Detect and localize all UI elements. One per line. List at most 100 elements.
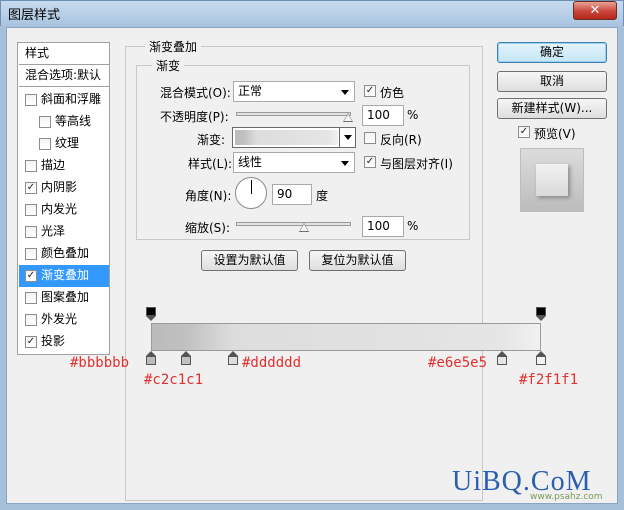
style-item-gradient-overlay[interactable]: ✓ 渐变叠加	[19, 265, 109, 287]
style-checkbox[interactable]	[39, 116, 51, 128]
ok-button[interactable]: 确定	[497, 42, 607, 63]
align-with-layer-checkbox[interactable]: ✓	[364, 156, 376, 168]
angle-input[interactable]: 90	[272, 184, 312, 205]
align-with-layer-label: 与图层对齐(I)	[380, 157, 453, 171]
style-item-stroke[interactable]: 描边	[19, 155, 109, 177]
style-item-outer-glow[interactable]: 外发光	[19, 309, 109, 331]
opacity-slider-thumb[interactable]	[343, 113, 353, 122]
blend-mode-label: 混合模式(O):	[160, 86, 231, 100]
style-item-label: 图案叠加	[41, 290, 90, 304]
preview-swatch	[520, 148, 584, 212]
opacity-stops	[146, 307, 546, 321]
style-item-label: 内阴影	[41, 180, 78, 194]
style-item-label: 投影	[41, 334, 66, 348]
style-item-pattern-overlay[interactable]: 图案叠加	[19, 287, 109, 309]
style-item-color-overlay[interactable]: 颜色叠加	[19, 243, 109, 265]
scale-slider-thumb[interactable]	[299, 223, 309, 232]
stop-hex-label: #c2c1c1	[144, 372, 204, 388]
style-item-satin[interactable]: 光泽	[19, 221, 109, 243]
preview-checkbox[interactable]: ✓	[518, 126, 530, 138]
angle-dial-needle	[251, 180, 252, 194]
style-item-label: 颜色叠加	[41, 246, 90, 260]
blend-mode-value: 正常	[238, 84, 263, 98]
window-title: 图层样式	[8, 8, 61, 23]
color-stop[interactable]	[227, 351, 238, 365]
opacity-stop[interactable]	[146, 307, 156, 321]
angle-unit: 度	[316, 189, 329, 203]
style-value: 线性	[238, 155, 263, 169]
reset-default-button[interactable]: 复位为默认值	[309, 250, 406, 271]
preview-label: 预览(V)	[534, 127, 576, 141]
style-checkbox[interactable]	[25, 204, 37, 216]
watermark-url: www.psahz.com	[530, 492, 603, 502]
gradient-bar[interactable]	[151, 323, 541, 351]
style-item-label: 外发光	[41, 312, 78, 326]
style-checkbox-checked[interactable]: ✓	[25, 270, 37, 282]
style-item-inner-shadow[interactable]: ✓ 内阴影	[19, 177, 109, 199]
scale-unit: %	[407, 219, 419, 233]
style-item-label: 等高线	[55, 114, 92, 128]
style-checkbox[interactable]	[25, 94, 37, 106]
title-bar	[0, 0, 624, 26]
style-select[interactable]: 线性	[233, 152, 355, 173]
set-default-button[interactable]: 设置为默认值	[201, 250, 298, 271]
color-stop[interactable]	[181, 351, 192, 365]
group-title: 渐变	[152, 57, 185, 74]
gradient-dropdown-button[interactable]	[339, 128, 355, 147]
style-checkbox[interactable]	[25, 226, 37, 238]
preview-thumbnail	[536, 164, 568, 196]
style-item-bevel[interactable]: 斜面和浮雕	[19, 89, 109, 111]
style-list-header: 样式	[19, 43, 109, 65]
stop-hex-label: #e6e5e5	[428, 355, 488, 371]
style-item-label: 渐变叠加	[41, 268, 90, 282]
style-checkbox[interactable]	[25, 314, 37, 326]
dither-checkbox[interactable]: ✓	[364, 85, 376, 97]
blend-mode-select[interactable]: 正常	[233, 81, 355, 102]
reverse-label: 反向(R)	[380, 133, 422, 147]
style-item-contour[interactable]: 等高线	[19, 111, 109, 133]
style-checkbox[interactable]	[39, 138, 51, 150]
style-item-label: 斜面和浮雕	[41, 92, 102, 106]
gradient-picker[interactable]	[232, 127, 356, 148]
chevron-down-icon	[341, 90, 349, 95]
style-checkbox[interactable]	[25, 160, 37, 172]
stop-hex-label: #f2f1f1	[519, 372, 579, 388]
dither-label: 仿色	[380, 86, 405, 100]
color-stop[interactable]	[497, 351, 507, 365]
style-checkbox[interactable]	[25, 292, 37, 304]
gradient-label: 渐变:	[197, 133, 226, 147]
style-checkbox[interactable]	[25, 248, 37, 260]
blend-options-item[interactable]: 混合选项:默认	[19, 65, 109, 87]
opacity-input[interactable]: 100	[362, 105, 404, 126]
cancel-button[interactable]: 取消	[497, 71, 607, 92]
angle-dial[interactable]	[235, 177, 267, 209]
opacity-slider-track[interactable]	[236, 112, 351, 116]
style-checkbox-checked[interactable]: ✓	[25, 182, 37, 194]
new-style-button[interactable]: 新建样式(W)...	[497, 98, 607, 119]
style-item-label: 纹理	[55, 136, 80, 150]
color-stop[interactable]	[536, 351, 546, 365]
color-stop[interactable]	[146, 351, 156, 365]
scale-label: 缩放(S):	[185, 221, 231, 235]
style-item-texture[interactable]: 纹理	[19, 133, 109, 155]
chevron-down-icon	[344, 135, 352, 140]
scale-slider-track[interactable]	[236, 222, 351, 226]
opacity-stop[interactable]	[536, 307, 546, 321]
gradient-swatch[interactable]	[235, 130, 338, 145]
reverse-checkbox[interactable]	[364, 132, 376, 144]
opacity-label: 不透明度(P):	[160, 110, 229, 124]
style-list: 样式 混合选项:默认 斜面和浮雕 等高线 纹理 描边 ✓ 内阴影 内发光 光泽 …	[17, 42, 110, 355]
stop-hex-label: #dddddd	[242, 355, 302, 371]
section-title: 渐变叠加	[145, 38, 202, 55]
style-item-drop-shadow[interactable]: ✓ 投影	[19, 331, 109, 353]
style-item-inner-glow[interactable]: 内发光	[19, 199, 109, 221]
style-item-label: 光泽	[41, 224, 66, 238]
opacity-unit: %	[407, 108, 419, 122]
style-item-label: 内发光	[41, 202, 78, 216]
scale-input[interactable]: 100	[362, 216, 404, 237]
close-button[interactable]: ✕	[573, 1, 617, 20]
style-checkbox-checked[interactable]: ✓	[25, 336, 37, 348]
stop-hex-label: #bbbbbb	[70, 355, 130, 371]
style-item-label: 描边	[41, 158, 66, 172]
chevron-down-icon	[341, 161, 349, 166]
